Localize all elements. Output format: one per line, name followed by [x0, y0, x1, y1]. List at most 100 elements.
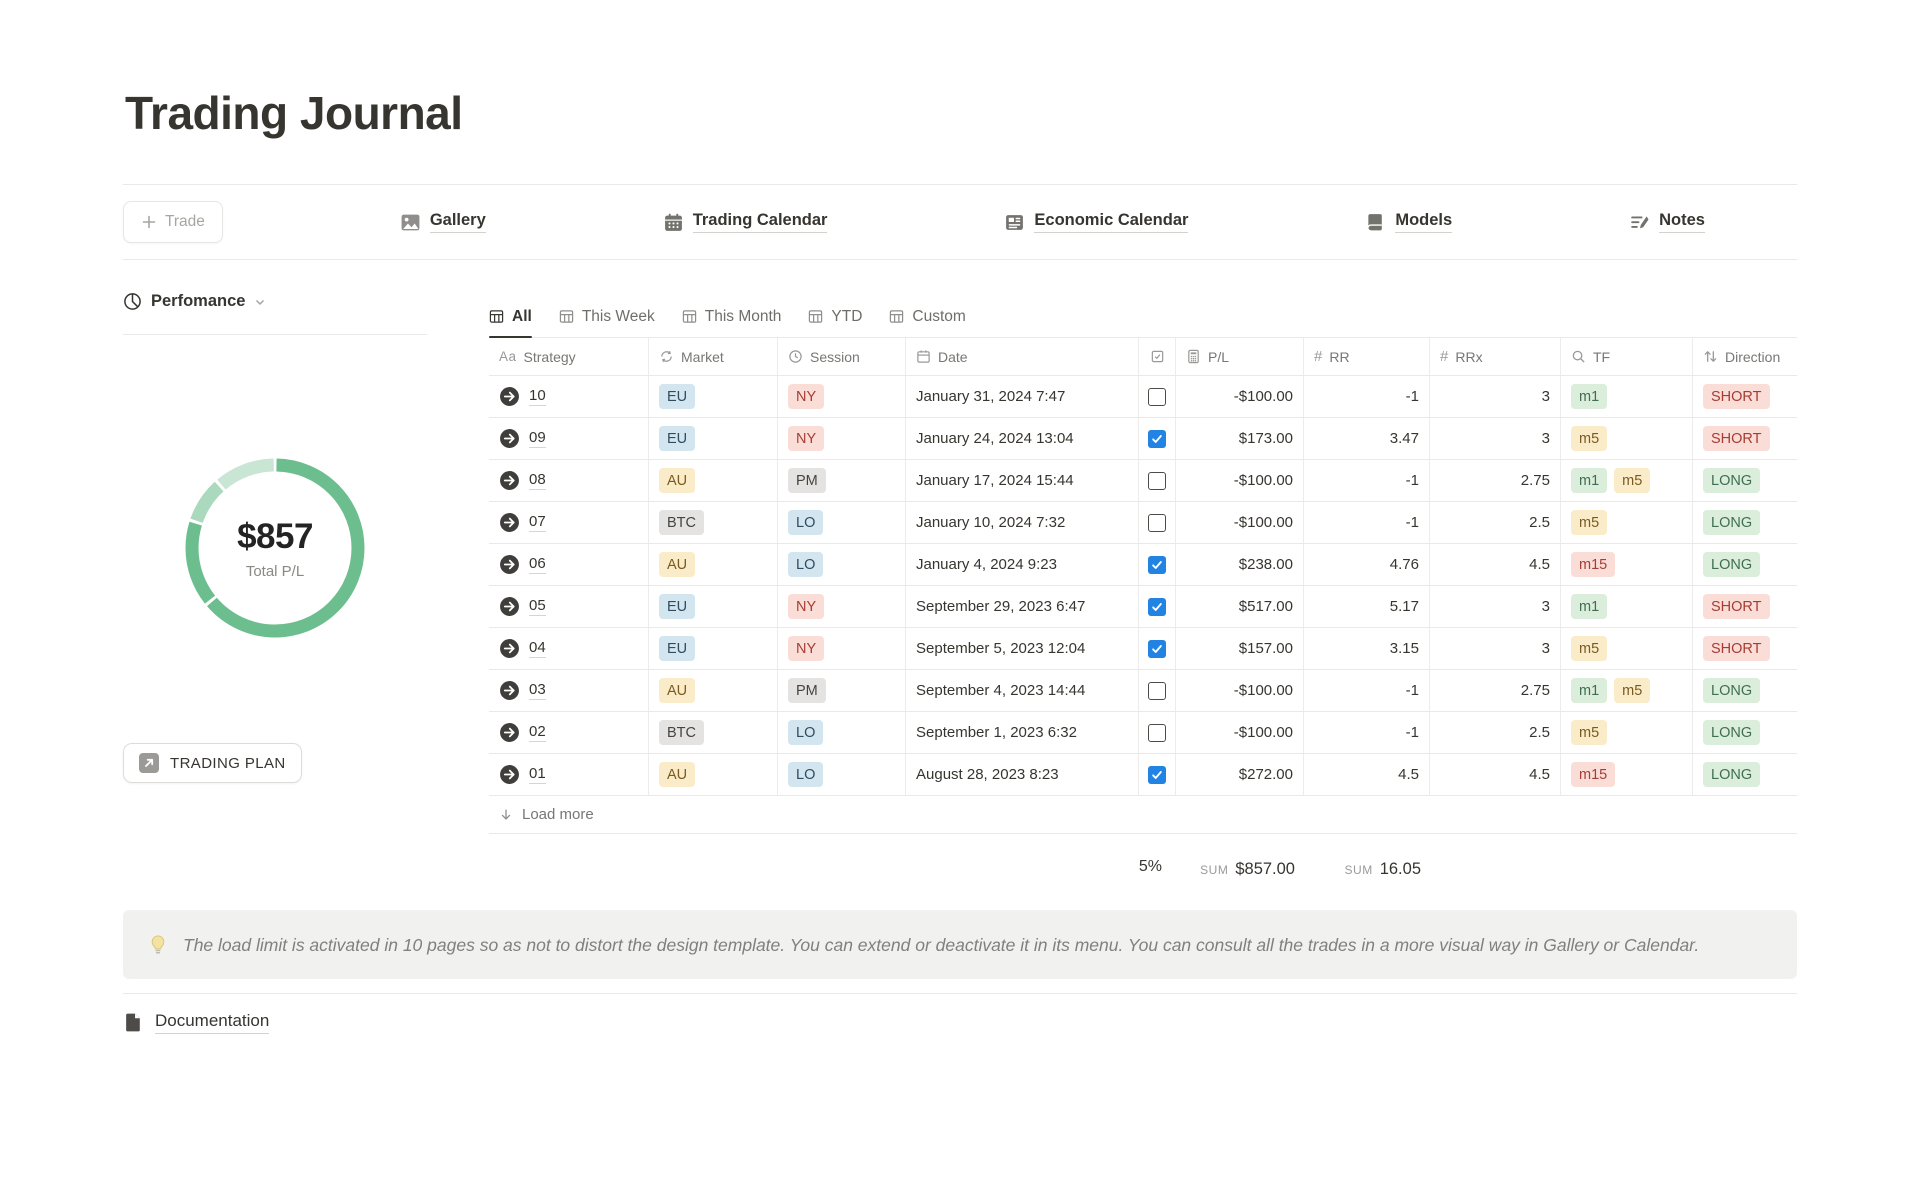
- column-header-strategy[interactable]: AaStrategy: [489, 338, 649, 375]
- tab-ytd[interactable]: YTD: [808, 298, 862, 337]
- cell-direction[interactable]: SHORT: [1693, 418, 1797, 459]
- cell-pl[interactable]: $173.00: [1176, 418, 1304, 459]
- cell-rrx[interactable]: 2.75: [1430, 460, 1561, 501]
- cell-date[interactable]: September 1, 2023 6:32: [906, 712, 1139, 753]
- cell-date[interactable]: January 24, 2024 13:04: [906, 418, 1139, 459]
- cell-pl[interactable]: $517.00: [1176, 586, 1304, 627]
- cell-market[interactable]: BTC: [649, 502, 778, 543]
- cell-direction[interactable]: SHORT: [1693, 376, 1797, 417]
- strategy-link[interactable]: 05: [529, 597, 546, 616]
- cell-pl[interactable]: -$100.00: [1176, 502, 1304, 543]
- cell-direction[interactable]: LONG: [1693, 670, 1797, 711]
- win-checkbox[interactable]: [1148, 598, 1166, 616]
- cell-session[interactable]: PM: [778, 460, 906, 501]
- open-page-icon[interactable]: [499, 428, 520, 449]
- cell-rrx[interactable]: 2.75: [1430, 670, 1561, 711]
- cell-rrx[interactable]: 3: [1430, 418, 1561, 459]
- strategy-link[interactable]: 06: [529, 555, 546, 574]
- nav-link-gallery[interactable]: Gallery: [400, 211, 486, 233]
- win-checkbox[interactable]: [1148, 388, 1166, 406]
- cell-market[interactable]: BTC: [649, 712, 778, 753]
- nav-link-economic-calendar[interactable]: Economic Calendar: [1004, 211, 1188, 233]
- cell-direction[interactable]: SHORT: [1693, 628, 1797, 669]
- cell-pl[interactable]: -$100.00: [1176, 712, 1304, 753]
- win-checkbox[interactable]: [1148, 640, 1166, 658]
- cell-market[interactable]: AU: [649, 754, 778, 795]
- strategy-link[interactable]: 01: [529, 765, 546, 784]
- strategy-link[interactable]: 03: [529, 681, 546, 700]
- open-page-icon[interactable]: [499, 512, 520, 533]
- cell-tf[interactable]: m5: [1561, 628, 1693, 669]
- open-page-icon[interactable]: [499, 638, 520, 659]
- rr-sum[interactable]: SUM 16.05: [1304, 860, 1430, 879]
- cell-market[interactable]: EU: [649, 628, 778, 669]
- cell-rrx[interactable]: 3: [1430, 376, 1561, 417]
- win-checkbox[interactable]: [1148, 556, 1166, 574]
- strategy-link[interactable]: 07: [529, 513, 546, 532]
- win-checkbox[interactable]: [1148, 430, 1166, 448]
- column-header-checked[interactable]: [1139, 338, 1176, 375]
- cell-market[interactable]: AU: [649, 670, 778, 711]
- strategy-link[interactable]: 02: [529, 723, 546, 742]
- cell-pl[interactable]: $238.00: [1176, 544, 1304, 585]
- cell-rrx[interactable]: 2.5: [1430, 712, 1561, 753]
- cell-direction[interactable]: LONG: [1693, 460, 1797, 501]
- nav-link-notes[interactable]: Notes: [1629, 211, 1705, 233]
- documentation-link[interactable]: Documentation: [123, 1011, 1797, 1034]
- cell-rr[interactable]: -1: [1304, 460, 1430, 501]
- tab-this-week[interactable]: This Week: [559, 298, 655, 337]
- tab-custom[interactable]: Custom: [889, 298, 965, 337]
- cell-market[interactable]: EU: [649, 586, 778, 627]
- cell-session[interactable]: PM: [778, 670, 906, 711]
- column-header-rr[interactable]: #RR: [1304, 338, 1430, 375]
- cell-rr[interactable]: -1: [1304, 502, 1430, 543]
- nav-link-models[interactable]: Models: [1365, 211, 1452, 233]
- cell-date[interactable]: January 4, 2024 9:23: [906, 544, 1139, 585]
- cell-session[interactable]: LO: [778, 712, 906, 753]
- strategy-link[interactable]: 04: [529, 639, 546, 658]
- checked-percent[interactable]: 65%: [1139, 858, 1176, 880]
- cell-direction[interactable]: LONG: [1693, 544, 1797, 585]
- open-page-icon[interactable]: [499, 596, 520, 617]
- open-page-icon[interactable]: [499, 722, 520, 743]
- win-checkbox[interactable]: [1148, 724, 1166, 742]
- cell-date[interactable]: September 4, 2023 14:44: [906, 670, 1139, 711]
- cell-rr[interactable]: 4.76: [1304, 544, 1430, 585]
- cell-rrx[interactable]: 4.5: [1430, 754, 1561, 795]
- column-header-rrx[interactable]: #RRx: [1430, 338, 1561, 375]
- cell-rr[interactable]: -1: [1304, 670, 1430, 711]
- cell-direction[interactable]: LONG: [1693, 712, 1797, 753]
- open-page-icon[interactable]: [499, 554, 520, 575]
- tab-this-month[interactable]: This Month: [682, 298, 782, 337]
- open-page-icon[interactable]: [499, 386, 520, 407]
- open-page-icon[interactable]: [499, 764, 520, 785]
- cell-pl[interactable]: -$100.00: [1176, 670, 1304, 711]
- cell-direction[interactable]: LONG: [1693, 754, 1797, 795]
- cell-direction[interactable]: LONG: [1693, 502, 1797, 543]
- cell-session[interactable]: NY: [778, 628, 906, 669]
- cell-market[interactable]: AU: [649, 544, 778, 585]
- column-header-market[interactable]: Market: [649, 338, 778, 375]
- cell-date[interactable]: January 10, 2024 7:32: [906, 502, 1139, 543]
- cell-session[interactable]: NY: [778, 376, 906, 417]
- cell-pl[interactable]: $157.00: [1176, 628, 1304, 669]
- win-checkbox[interactable]: [1148, 766, 1166, 784]
- cell-market[interactable]: EU: [649, 376, 778, 417]
- new-trade-button[interactable]: Trade: [123, 201, 223, 243]
- cell-date[interactable]: September 5, 2023 12:04: [906, 628, 1139, 669]
- cell-session[interactable]: LO: [778, 502, 906, 543]
- pl-sum[interactable]: SUM $857.00: [1176, 860, 1304, 879]
- strategy-link[interactable]: 10: [529, 387, 546, 406]
- cell-rr[interactable]: -1: [1304, 712, 1430, 753]
- open-page-icon[interactable]: [499, 470, 520, 491]
- win-checkbox[interactable]: [1148, 682, 1166, 700]
- column-header-p-l[interactable]: P/L: [1176, 338, 1304, 375]
- column-header-tf[interactable]: TF: [1561, 338, 1693, 375]
- strategy-link[interactable]: 09: [529, 429, 546, 448]
- cell-rr[interactable]: 5.17: [1304, 586, 1430, 627]
- cell-date[interactable]: January 17, 2024 15:44: [906, 460, 1139, 501]
- cell-pl[interactable]: -$100.00: [1176, 460, 1304, 501]
- cell-rrx[interactable]: 3: [1430, 628, 1561, 669]
- cell-tf[interactable]: m1m5: [1561, 670, 1693, 711]
- open-page-icon[interactable]: [499, 680, 520, 701]
